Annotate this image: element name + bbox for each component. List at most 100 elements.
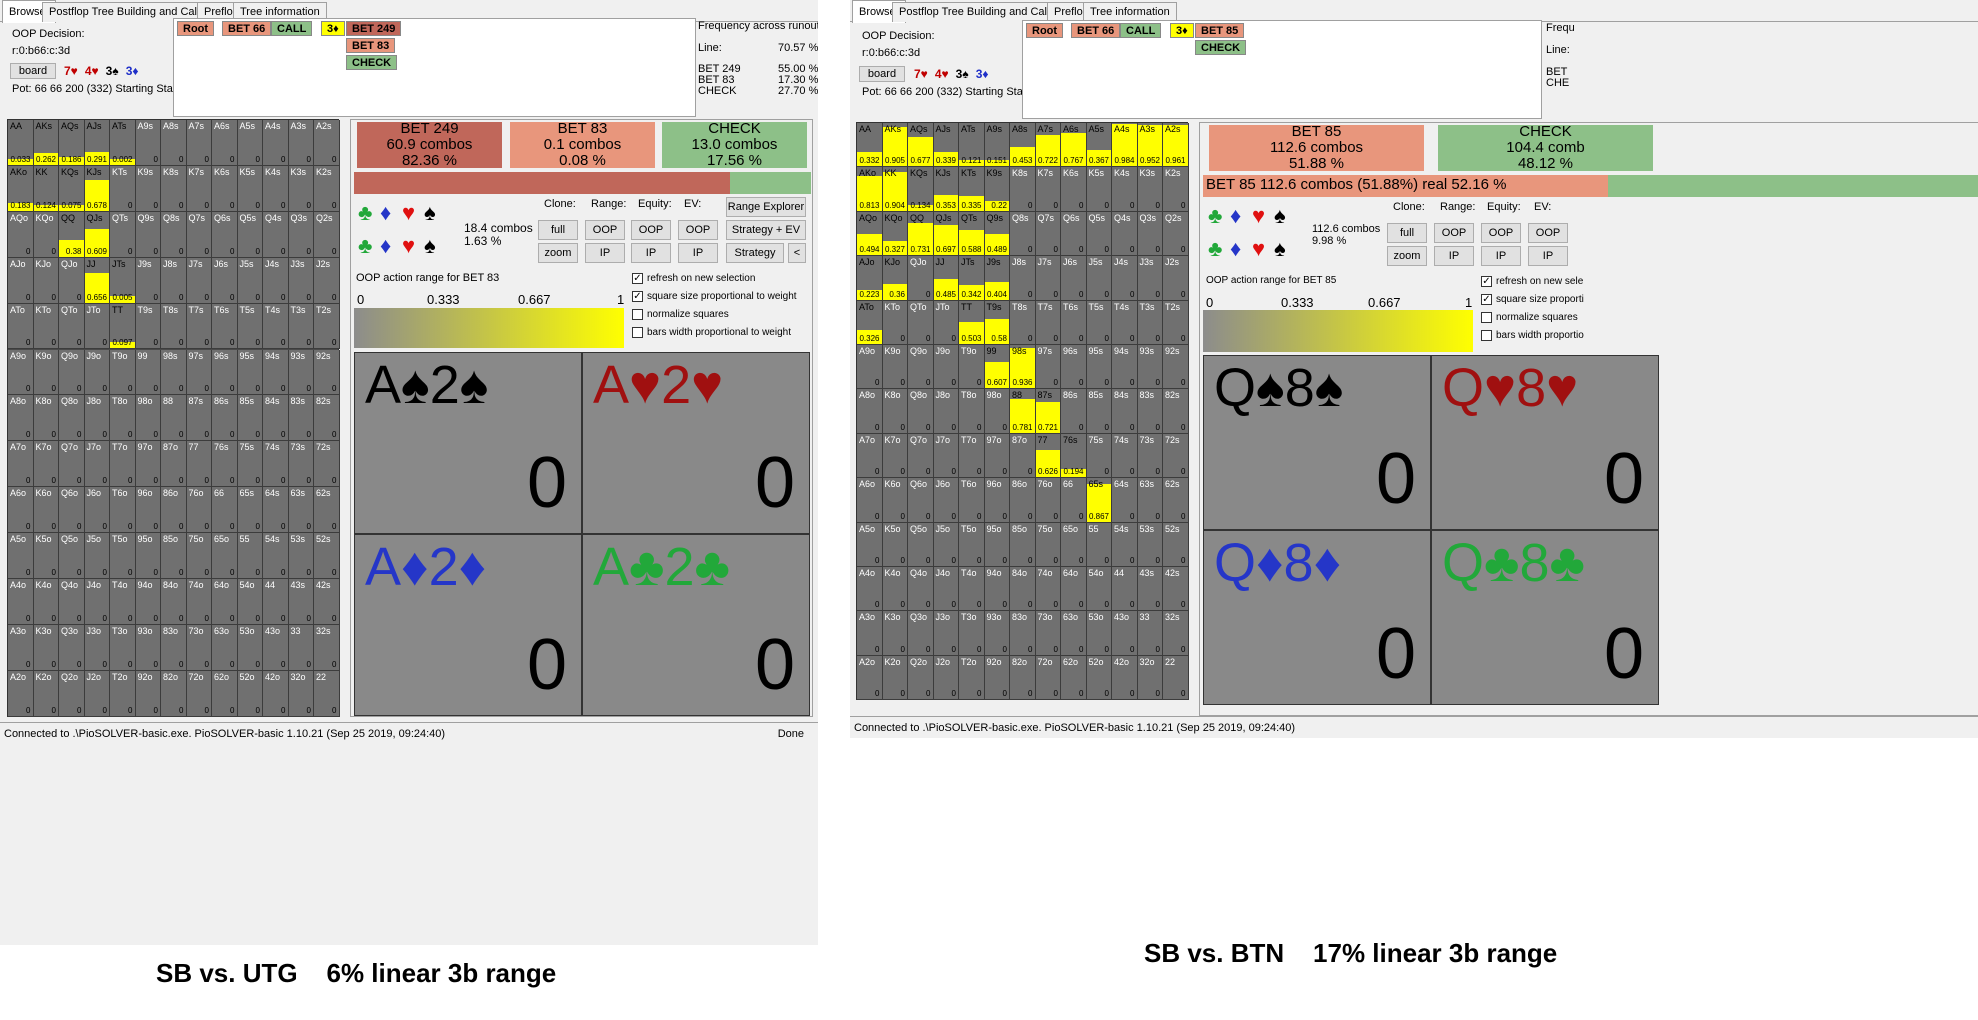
hand-cell-q2s[interactable]: Q2s 0 (1163, 211, 1189, 257)
hand-cell-62o[interactable]: 62o 0 (1061, 655, 1087, 701)
hand-cell-32o[interactable]: 32o 0 (1137, 655, 1163, 701)
hand-cell-a8o[interactable]: A8o 0 (8, 395, 34, 442)
clubs-icon[interactable]: ♣ (1208, 203, 1222, 229)
hand-cell-j8o[interactable]: J8o 0 (84, 395, 110, 442)
hand-cell-k7o[interactable]: K7o 0 (33, 441, 59, 488)
hand-cell-76o[interactable]: 76o 0 (186, 487, 212, 534)
hand-cell-t5s[interactable]: T5s 0 (237, 303, 263, 350)
hand-cell-j2s[interactable]: J2s 0 (1163, 256, 1189, 301)
hand-cell-k9s[interactable]: K9s 0 (135, 165, 161, 212)
hand-cell-j6o[interactable]: J6o 0 (933, 478, 959, 523)
hand-cell-53s[interactable]: 53s 0 (288, 533, 314, 579)
hand-cell-a6s[interactable]: A6s 0.767 (1061, 123, 1087, 168)
tree-node[interactable]: CALL (271, 21, 313, 36)
hand-cell-j4o[interactable]: J4o 0 (84, 579, 110, 625)
hand-cell-aqs[interactable]: AQs 0.186 (59, 120, 85, 166)
hand-cell-ats[interactable]: ATs 0.002 (110, 120, 136, 166)
hand-cell-t9s[interactable]: T9s 0.58 (984, 300, 1010, 345)
hand-cell-q6s[interactable]: Q6s 0 (1061, 211, 1087, 257)
combo-card[interactable]: Q♥8♥ 0 (1431, 355, 1659, 530)
hand-cell-j5o[interactable]: J5o 0 (84, 533, 110, 579)
hand-cell-q2o[interactable]: Q2o 0 (908, 655, 934, 701)
range-oop-button[interactable]: OOP (585, 220, 625, 240)
hand-cell-q6o[interactable]: Q6o 0 (908, 478, 934, 523)
range-oop-button[interactable]: OOP (1434, 223, 1474, 243)
hand-cell-85s[interactable]: 85s 0 (237, 395, 263, 442)
hand-cell-63s[interactable]: 63s 0 (288, 487, 314, 534)
hand-cell-97o[interactable]: 97o 0 (984, 433, 1010, 479)
hand-cell-65o[interactable]: 65o 0 (212, 533, 238, 579)
hand-cell-a2o[interactable]: A2o 0 (8, 670, 34, 717)
action-box-bet-249[interactable]: BET 249 60.9 combos 82.36 % (357, 121, 502, 169)
hand-cell-76s[interactable]: 76s 0.194 (1061, 433, 1087, 479)
hand-cell-97s[interactable]: 97s 0 (186, 349, 212, 396)
hand-cell-94s[interactable]: 94s 0 (1112, 345, 1138, 390)
hand-cell-t9s[interactable]: T9s 0 (135, 303, 161, 350)
hand-cell-83o[interactable]: 83o 0 (161, 624, 187, 671)
combo-card[interactable]: Q♠8♠ 0 (1203, 355, 1431, 530)
hand-cell-ato[interactable]: ATo 0 (8, 303, 34, 350)
hand-cell-75s[interactable]: 75s 0 (237, 441, 263, 488)
clone-zoom-button[interactable]: zoom (1387, 246, 1427, 266)
hand-cell-j5s[interactable]: J5s 0 (237, 257, 263, 304)
hand-cell-t3o[interactable]: T3o 0 (110, 624, 136, 671)
hand-cell-64o[interactable]: 64o 0 (1061, 567, 1087, 612)
hand-cell-aqs[interactable]: AQs 0.677 (908, 123, 934, 168)
hand-cell-j6s[interactable]: J6s 0 (1061, 256, 1087, 301)
hand-cell-kjs[interactable]: KJs 0.678 (84, 165, 110, 212)
clubs-icon[interactable]: ♣ (1208, 236, 1222, 262)
bars-width-checkbox[interactable] (632, 327, 643, 338)
hand-cell-t6o[interactable]: T6o 0 (959, 478, 985, 523)
range-explorer-button[interactable]: Range Explorer (726, 197, 806, 217)
hand-cell-qto[interactable]: QTo 0 (908, 300, 934, 345)
hand-cell-82o[interactable]: 82o 0 (161, 670, 187, 717)
hand-cell-aqo[interactable]: AQo 0.494 (857, 211, 883, 257)
spades-icon[interactable]: ♠ (1274, 203, 1286, 229)
hand-cell-87o[interactable]: 87o 0 (161, 441, 187, 488)
hand-cell-qq[interactable]: QQ 0.731 (908, 211, 934, 257)
combo-card[interactable]: Q♦8♦ 0 (1203, 530, 1431, 705)
hand-cell-83s[interactable]: 83s 0 (1137, 389, 1163, 434)
hand-cell-q6s[interactable]: Q6s 0 (212, 211, 238, 258)
hand-cell-92s[interactable]: 92s 0 (314, 349, 340, 396)
hand-cell-72s[interactable]: 72s 0 (1163, 433, 1189, 479)
hand-cell-86s[interactable]: 86s 0 (1061, 389, 1087, 434)
hand-cell-jts[interactable]: JTs 0.342 (959, 256, 985, 301)
hand-cell-q5s[interactable]: Q5s 0 (237, 211, 263, 258)
hand-cell-t4o[interactable]: T4o 0 (959, 567, 985, 612)
hand-cell-32o[interactable]: 32o 0 (288, 670, 314, 717)
hand-cell-j3o[interactable]: J3o 0 (84, 624, 110, 671)
hand-cell-k6o[interactable]: K6o 0 (882, 478, 908, 523)
hand-cell-86o[interactable]: 86o 0 (161, 487, 187, 534)
hand-cell-ats[interactable]: ATs 0.121 (959, 123, 985, 168)
equity-ip-button[interactable]: IP (631, 243, 671, 263)
hearts-icon[interactable]: ♥ (1252, 236, 1265, 262)
diamonds-icon[interactable]: ♦ (1230, 203, 1241, 229)
hand-cell-95s[interactable]: 95s 0 (1086, 345, 1112, 390)
diamonds-icon[interactable]: ♦ (380, 200, 391, 226)
hand-cell-a9o[interactable]: A9o 0 (8, 349, 34, 396)
hand-cell-95s[interactable]: 95s 0 (237, 349, 263, 396)
hand-cell-98o[interactable]: 98o 0 (135, 395, 161, 442)
hand-cell-t6s[interactable]: T6s 0 (212, 303, 238, 350)
hand-cell-qjo[interactable]: QJo 0 (908, 256, 934, 301)
hand-cell-a4s[interactable]: A4s 0 (263, 120, 289, 166)
hand-cell-96o[interactable]: 96o 0 (135, 487, 161, 534)
hand-cell-kjo[interactable]: KJo 0.36 (882, 256, 908, 301)
hand-cell-82o[interactable]: 82o 0 (1010, 655, 1036, 701)
hand-cell-95o[interactable]: 95o 0 (135, 533, 161, 579)
hand-cell-ajo[interactable]: AJo 0.223 (857, 256, 883, 301)
hand-cell-44[interactable]: 44 0 (1112, 567, 1138, 612)
hand-cell-k2o[interactable]: K2o 0 (33, 670, 59, 717)
combo-card[interactable]: A♠2♠ 0 (354, 352, 582, 534)
hand-cell-kto[interactable]: KTo 0 (33, 303, 59, 350)
hand-cell-k8o[interactable]: K8o 0 (33, 395, 59, 442)
hand-cell-a2o[interactable]: A2o 0 (857, 655, 883, 701)
hand-cell-q3o[interactable]: Q3o 0 (908, 611, 934, 656)
hand-cell-ajs[interactable]: AJs 0.291 (84, 120, 110, 166)
hand-cell-k5o[interactable]: K5o 0 (33, 533, 59, 579)
hand-cell-a7s[interactable]: A7s 0.722 (1035, 123, 1061, 168)
hand-cell-63o[interactable]: 63o 0 (1061, 611, 1087, 656)
hand-cell-74s[interactable]: 74s 0 (1112, 433, 1138, 479)
hand-cell-q3s[interactable]: Q3s 0 (288, 211, 314, 258)
